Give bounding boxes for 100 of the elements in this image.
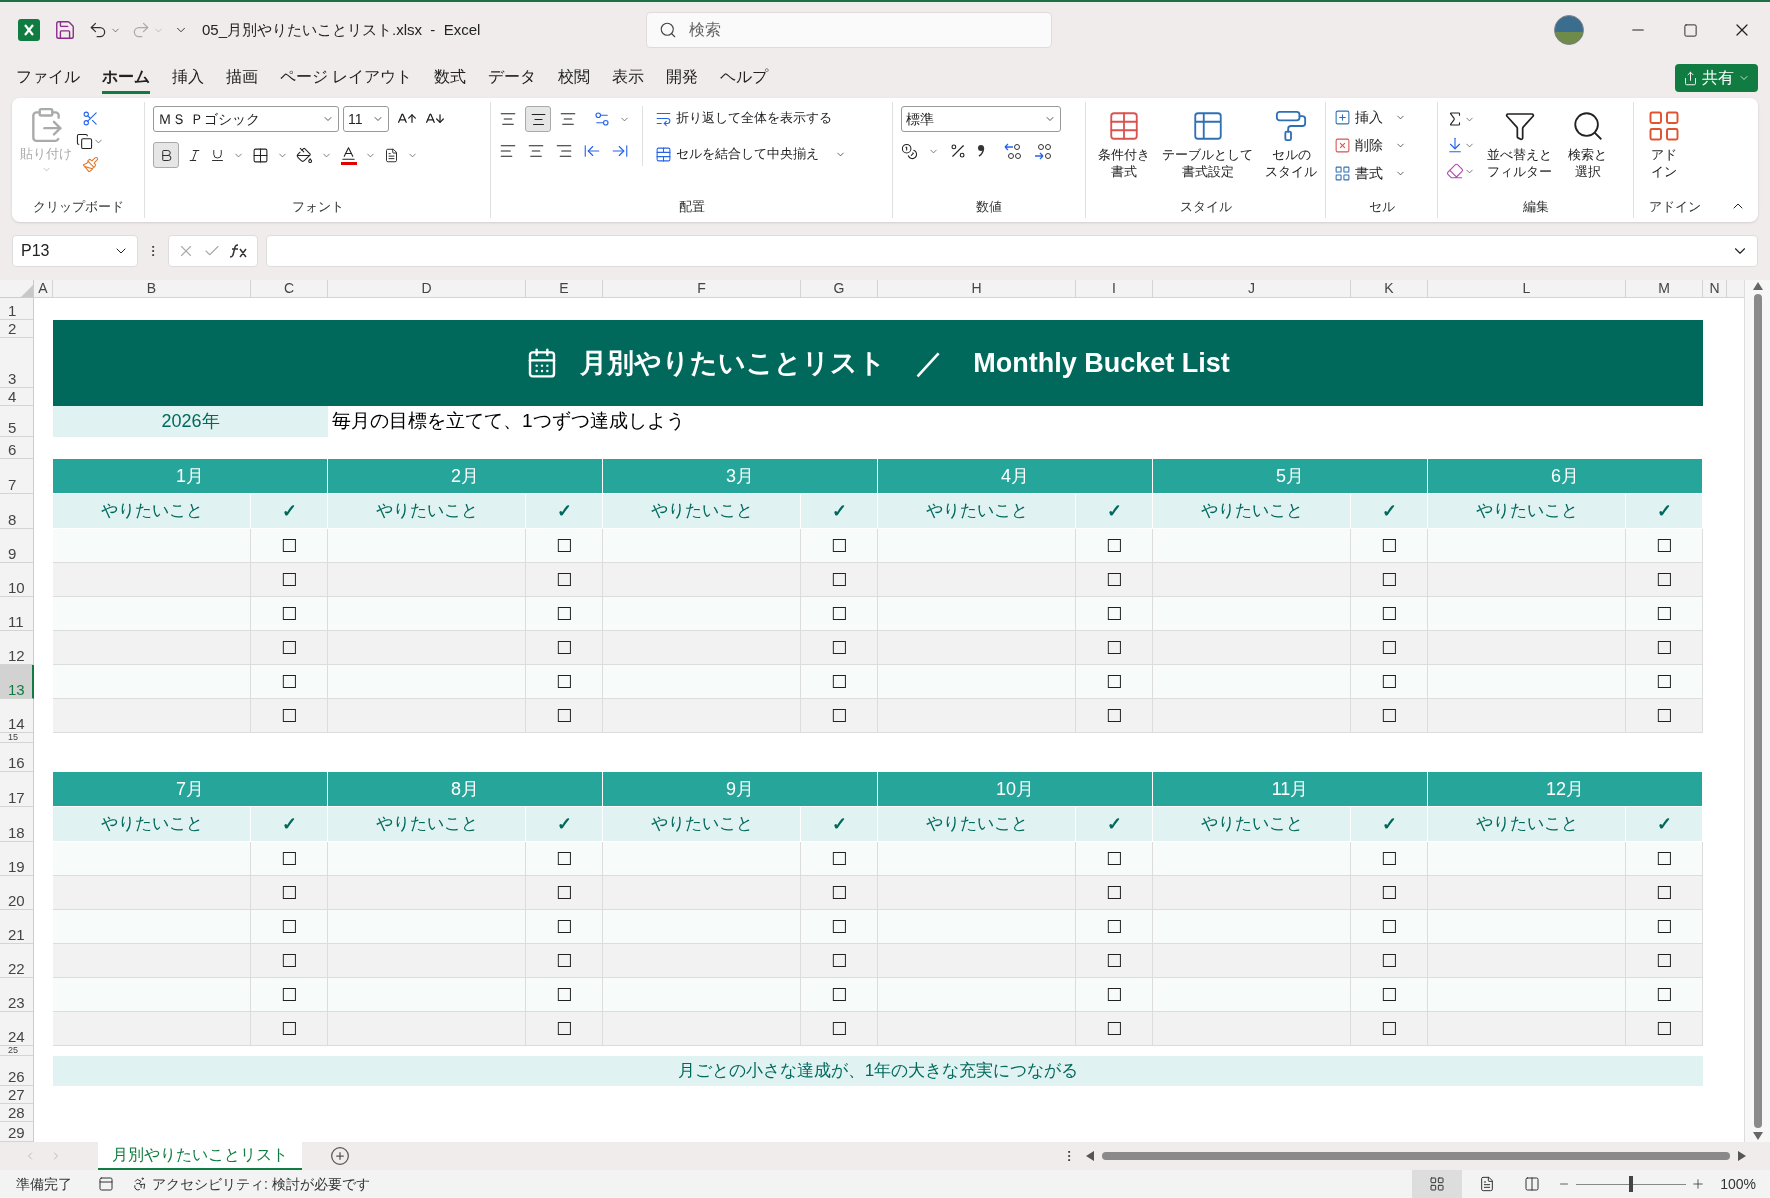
checkbox-cell[interactable]: ☐ [1076,876,1153,910]
checkbox-cell[interactable]: ☐ [1351,563,1428,597]
task-cell[interactable] [878,944,1076,978]
menu-tab[interactable]: 校閲 [558,62,591,94]
cells-button[interactable]: 削除 [1334,134,1406,156]
checkbox-cell[interactable]: ☐ [1076,631,1153,665]
checkbox-cell[interactable]: ☐ [1076,529,1153,563]
align-left-icon[interactable] [499,142,517,160]
task-cell[interactable] [1153,529,1351,563]
menu-tab[interactable]: ファイル [16,62,80,94]
task-cell[interactable] [53,1012,251,1046]
task-cell[interactable] [603,665,801,699]
menu-tab[interactable]: 数式 [434,62,467,94]
checkbox-cell[interactable]: ☐ [1351,944,1428,978]
checkbox-cell[interactable]: ☐ [1351,876,1428,910]
cells-button[interactable]: 書式 [1334,162,1406,184]
checkbox-cell[interactable]: ☐ [251,597,328,631]
accessibility-status[interactable]: アクセシビリティ: 検討が必要です [132,1173,370,1195]
row-header[interactable]: 1 [0,298,34,320]
checkbox-cell[interactable]: ☐ [1626,910,1703,944]
menu-tab[interactable]: ヘルプ [720,62,769,94]
checkbox-cell[interactable]: ☐ [526,978,603,1012]
decrease-decimal-icon[interactable] [1033,142,1053,160]
row-header[interactable]: 12 [0,631,34,665]
align-right-icon[interactable] [555,142,573,160]
task-cell[interactable] [1153,978,1351,1012]
task-cell[interactable] [1153,699,1351,733]
checkbox-cell[interactable]: ☐ [526,1012,603,1046]
column-header[interactable]: L [1428,280,1626,298]
row-header[interactable]: 22 [0,944,34,978]
task-cell[interactable] [53,910,251,944]
task-cell[interactable] [328,1012,526,1046]
percent-icon[interactable] [949,142,967,160]
editing-button[interactable]: 検索と 選択 [1564,106,1611,180]
checkbox-cell[interactable]: ☐ [801,665,878,699]
task-cell[interactable] [1153,910,1351,944]
task-cell[interactable] [1153,563,1351,597]
menu-tab[interactable]: ホーム [102,62,150,94]
row-header[interactable]: 8 [0,494,34,529]
task-cell[interactable] [603,876,801,910]
addins-button[interactable]: アド イン [1642,106,1686,180]
task-cell[interactable] [328,944,526,978]
merge-center-button[interactable]: セルを結合して中央揃え [655,142,846,166]
bold-button[interactable] [153,142,179,168]
profile-avatar[interactable] [1554,15,1584,45]
task-cell[interactable] [1428,699,1626,733]
insert-function-icon[interactable] [229,243,249,259]
comma-style-icon[interactable] [977,144,985,158]
column-header[interactable]: M [1626,280,1703,298]
task-cell[interactable] [878,529,1076,563]
task-cell[interactable] [53,699,251,733]
task-cell[interactable] [53,597,251,631]
task-cell[interactable] [53,944,251,978]
checkbox-cell[interactable]: ☐ [1076,665,1153,699]
task-cell[interactable] [1153,665,1351,699]
task-cell[interactable] [1428,665,1626,699]
checkbox-cell[interactable]: ☐ [1626,978,1703,1012]
task-cell[interactable] [53,876,251,910]
task-cell[interactable] [878,910,1076,944]
task-cell[interactable] [1428,563,1626,597]
row-header[interactable]: 15 [0,733,34,743]
menu-tab[interactable]: 描画 [226,62,258,94]
column-header[interactable]: F [603,280,801,298]
menu-tab[interactable]: 表示 [612,62,645,94]
checkbox-cell[interactable]: ☐ [251,563,328,597]
task-cell[interactable] [328,910,526,944]
task-cell[interactable] [1428,978,1626,1012]
task-cell[interactable] [878,699,1076,733]
task-cell[interactable] [1153,842,1351,876]
task-cell[interactable] [53,842,251,876]
checkbox-cell[interactable]: ☐ [251,944,328,978]
checkbox-cell[interactable]: ☐ [526,699,603,733]
task-cell[interactable] [603,978,801,1012]
row-header[interactable]: 2 [0,320,34,338]
checkbox-cell[interactable]: ☐ [1076,597,1153,631]
column-header[interactable]: K [1351,280,1428,298]
fill-color-icon[interactable] [296,146,313,164]
scroll-left-icon[interactable] [1086,1151,1094,1161]
checkbox-cell[interactable]: ☐ [1626,944,1703,978]
checkbox-cell[interactable]: ☐ [1351,529,1428,563]
editing-button[interactable]: 並べ替えと フィルター [1483,106,1556,180]
column-header[interactable]: G [801,280,878,298]
task-cell[interactable] [1153,876,1351,910]
scrollbar-thumb[interactable] [1753,294,1762,1128]
checkbox-cell[interactable]: ☐ [526,665,603,699]
checkbox-cell[interactable]: ☐ [526,910,603,944]
row-header[interactable]: 23 [0,978,34,1012]
share-button[interactable]: 共有 [1675,64,1758,92]
task-cell[interactable] [53,631,251,665]
checkbox-cell[interactable]: ☐ [801,842,878,876]
cells-button[interactable]: 挿入 [1334,106,1406,128]
checkbox-cell[interactable]: ☐ [1076,1012,1153,1046]
zoom-slider[interactable] [1576,1176,1687,1192]
task-cell[interactable] [603,699,801,733]
checkbox-cell[interactable]: ☐ [1351,597,1428,631]
task-cell[interactable] [878,1012,1076,1046]
row-header[interactable]: 6 [0,437,34,459]
checkbox-cell[interactable]: ☐ [251,1012,328,1046]
checkbox-cell[interactable]: ☐ [1626,529,1703,563]
column-header[interactable]: C [251,280,328,298]
